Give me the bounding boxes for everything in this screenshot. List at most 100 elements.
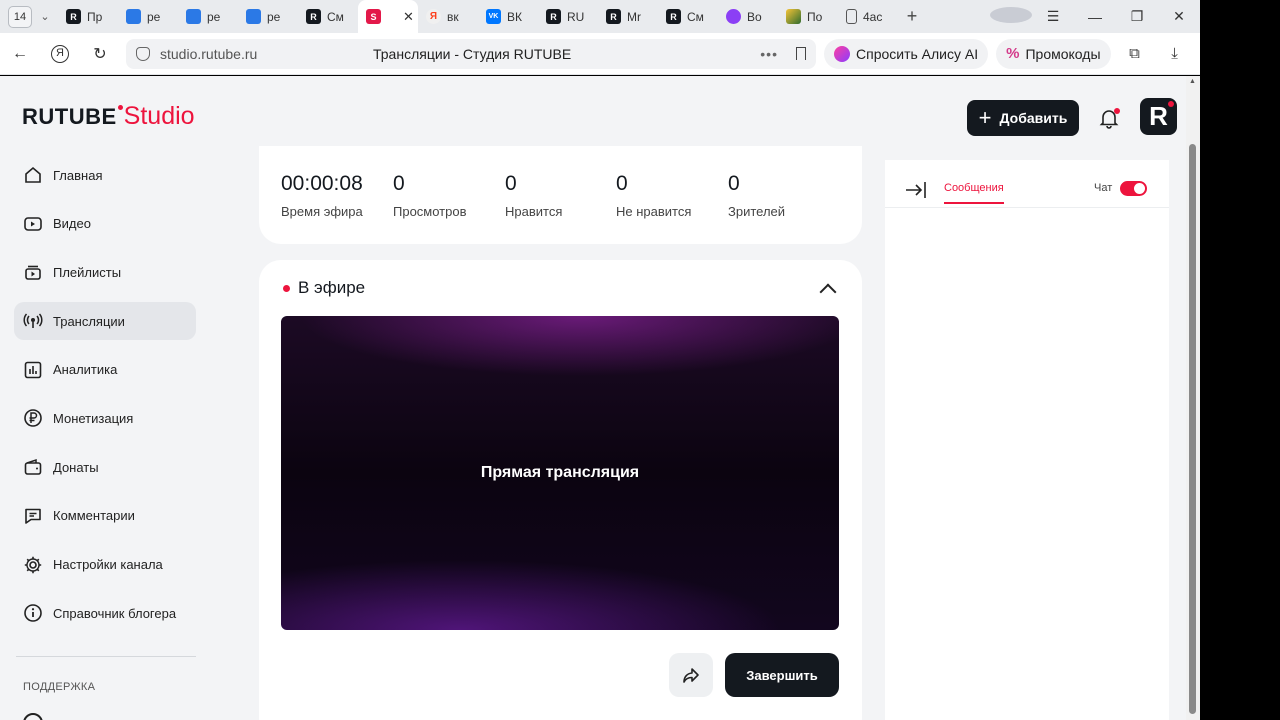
yandex-logo-icon[interactable]: Я — [40, 44, 80, 63]
alice-icon — [834, 45, 850, 62]
browser-tab[interactable]: RU — [538, 0, 598, 33]
sidebar-item-broadcasts[interactable]: Трансляции — [14, 302, 196, 341]
add-button[interactable]: + Добавить — [967, 100, 1079, 136]
gear-icon — [23, 555, 43, 575]
avatar[interactable]: R — [1140, 98, 1177, 135]
doc-icon — [186, 9, 201, 24]
rutube-icon — [66, 9, 81, 24]
studio-page: RUTUBE Studio + Добавить R Главная Видео… — [0, 76, 1186, 720]
live-title: В эфире — [298, 278, 366, 297]
tab-counter[interactable]: 14 — [8, 5, 32, 28]
broadcast-icon — [23, 311, 43, 331]
rutube-icon — [606, 9, 621, 24]
sidebar-item-monetization[interactable]: Монетизация — [14, 399, 196, 437]
percent-icon: % — [1006, 45, 1020, 62]
share-button[interactable] — [669, 653, 713, 697]
player-caption: Прямая трансляция — [480, 464, 640, 481]
chat-panel: Сообщения Чат — [885, 160, 1169, 720]
bell-icon[interactable] — [1097, 106, 1121, 130]
browser-tab[interactable]: См — [658, 0, 718, 33]
browser-tab[interactable]: По — [778, 0, 838, 33]
rutube-icon — [306, 9, 321, 24]
sidebar-item-playlists[interactable]: Плейлисты — [14, 253, 196, 291]
bookmark-icon[interactable] — [796, 47, 806, 60]
plus-icon: + — [978, 105, 992, 130]
doc-icon — [126, 9, 141, 24]
promo-button[interactable]: % Промокоды — [996, 38, 1111, 69]
browser-tab[interactable]: См — [298, 0, 358, 33]
menu-icon[interactable]: ☰ — [1032, 8, 1074, 25]
analytics-icon — [23, 360, 43, 380]
sidebar-nav: Главная Видео Плейлисты Трансляции Анали… — [14, 156, 196, 643]
browser-tab[interactable]: ВК — [478, 0, 538, 33]
profile-icon[interactable] — [990, 7, 1032, 26]
studio-icon — [366, 9, 381, 24]
broadcast-stats-card: 00:00:08 Время эфира 0 Просмотров 0 Нрав… — [259, 146, 862, 244]
sidebar-divider — [16, 656, 196, 657]
end-broadcast-button[interactable]: Завершить — [725, 653, 839, 697]
collapse-panel-icon[interactable] — [905, 180, 927, 200]
more-dots-icon[interactable]: ••• — [760, 46, 778, 62]
restore-icon[interactable]: ❐ — [1116, 8, 1158, 25]
new-tab-plus-icon[interactable]: + — [898, 6, 926, 27]
ask-alice-button[interactable]: Спросить Алису AI — [824, 38, 989, 69]
browser-tab[interactable]: вк — [418, 0, 478, 33]
chevron-up-icon[interactable] — [819, 283, 837, 301]
sidebar-item-video[interactable]: Видео — [14, 205, 196, 243]
browser-tab[interactable]: Пр — [58, 0, 118, 33]
picture-icon — [786, 9, 801, 24]
browser-tab[interactable]: Во — [718, 0, 778, 33]
comment-icon — [23, 506, 43, 526]
support-icon[interactable] — [23, 713, 43, 720]
live-player[interactable]: Прямая трансляция — [281, 316, 839, 630]
file-icon — [846, 9, 857, 24]
sidebar-item-home[interactable]: Главная — [14, 156, 196, 194]
sidebar-item-blogger-guide[interactable]: Справочник блогера — [14, 594, 196, 632]
browser-tab-active[interactable]: ✕ — [358, 0, 418, 33]
alice-icon — [726, 9, 741, 24]
support-section-title: ПОДДЕРЖКА — [23, 681, 96, 693]
rutube-studio-logo[interactable]: RUTUBE Studio — [22, 102, 195, 131]
sidebar-item-analytics[interactable]: Аналитика — [14, 351, 196, 389]
sidebar-item-comments[interactable]: Комментарии — [14, 497, 196, 535]
sidebar-item-donations[interactable]: Донаты — [14, 448, 196, 486]
tab-messages[interactable]: Сообщения — [944, 182, 1004, 204]
minimize-icon[interactable]: — — [1074, 9, 1116, 25]
browser-tab[interactable]: ре — [238, 0, 298, 33]
playlist-icon — [23, 262, 43, 282]
browser-tab[interactable]: ре — [178, 0, 238, 33]
reload-icon[interactable]: ↻ — [80, 44, 120, 64]
page-scrollbar[interactable]: ▲ — [1186, 76, 1200, 720]
address-bar: ← Я ↻ studio.rutube.ru Трансляции - Студ… — [0, 33, 1200, 75]
close-window-icon[interactable]: ✕ — [1158, 8, 1200, 25]
download-icon[interactable]: ⤓ — [1155, 45, 1195, 62]
browser-tab[interactable]: 4ас — [838, 0, 898, 33]
stat-likes: 0 Нравится — [505, 172, 563, 219]
live-header: В эфире — [283, 278, 365, 298]
close-tab-icon[interactable]: ✕ — [403, 9, 414, 25]
stat-air-time: 00:00:08 Время эфира — [281, 172, 363, 219]
yandex-icon — [426, 9, 441, 24]
stat-viewers: 0 Зрителей — [728, 172, 786, 219]
tab-list-chevron-icon[interactable]: ⌄ — [32, 10, 58, 23]
share-icon — [683, 668, 699, 683]
collections-icon[interactable]: ⧉ — [1115, 45, 1155, 62]
browser-tab[interactable]: ре — [118, 0, 178, 33]
wallet-icon — [23, 457, 43, 477]
video-icon — [23, 214, 43, 234]
url-input[interactable]: studio.rutube.ru Трансляции - Студия RUT… — [126, 38, 816, 69]
chat-header: Сообщения Чат — [885, 160, 1169, 208]
browser-tab-bar: 14 ⌄ Пр ре ре ре См ✕ вк ВК RU Mr См Во … — [0, 0, 1200, 33]
stat-views: 0 Просмотров — [393, 172, 467, 219]
chat-toggle[interactable] — [1120, 181, 1147, 196]
stat-dislikes: 0 Не нравится — [616, 172, 692, 219]
sidebar-item-channel-settings[interactable]: Настройки канала — [14, 546, 196, 584]
back-arrow-icon[interactable]: ← — [0, 45, 40, 63]
scroll-up-icon[interactable]: ▲ — [1189, 78, 1196, 85]
home-icon — [23, 165, 43, 185]
rutube-icon — [546, 9, 561, 24]
shield-icon — [136, 46, 150, 61]
browser-tab[interactable]: Mr — [598, 0, 658, 33]
vk-icon — [486, 9, 501, 24]
scrollbar-thumb[interactable] — [1189, 144, 1196, 714]
